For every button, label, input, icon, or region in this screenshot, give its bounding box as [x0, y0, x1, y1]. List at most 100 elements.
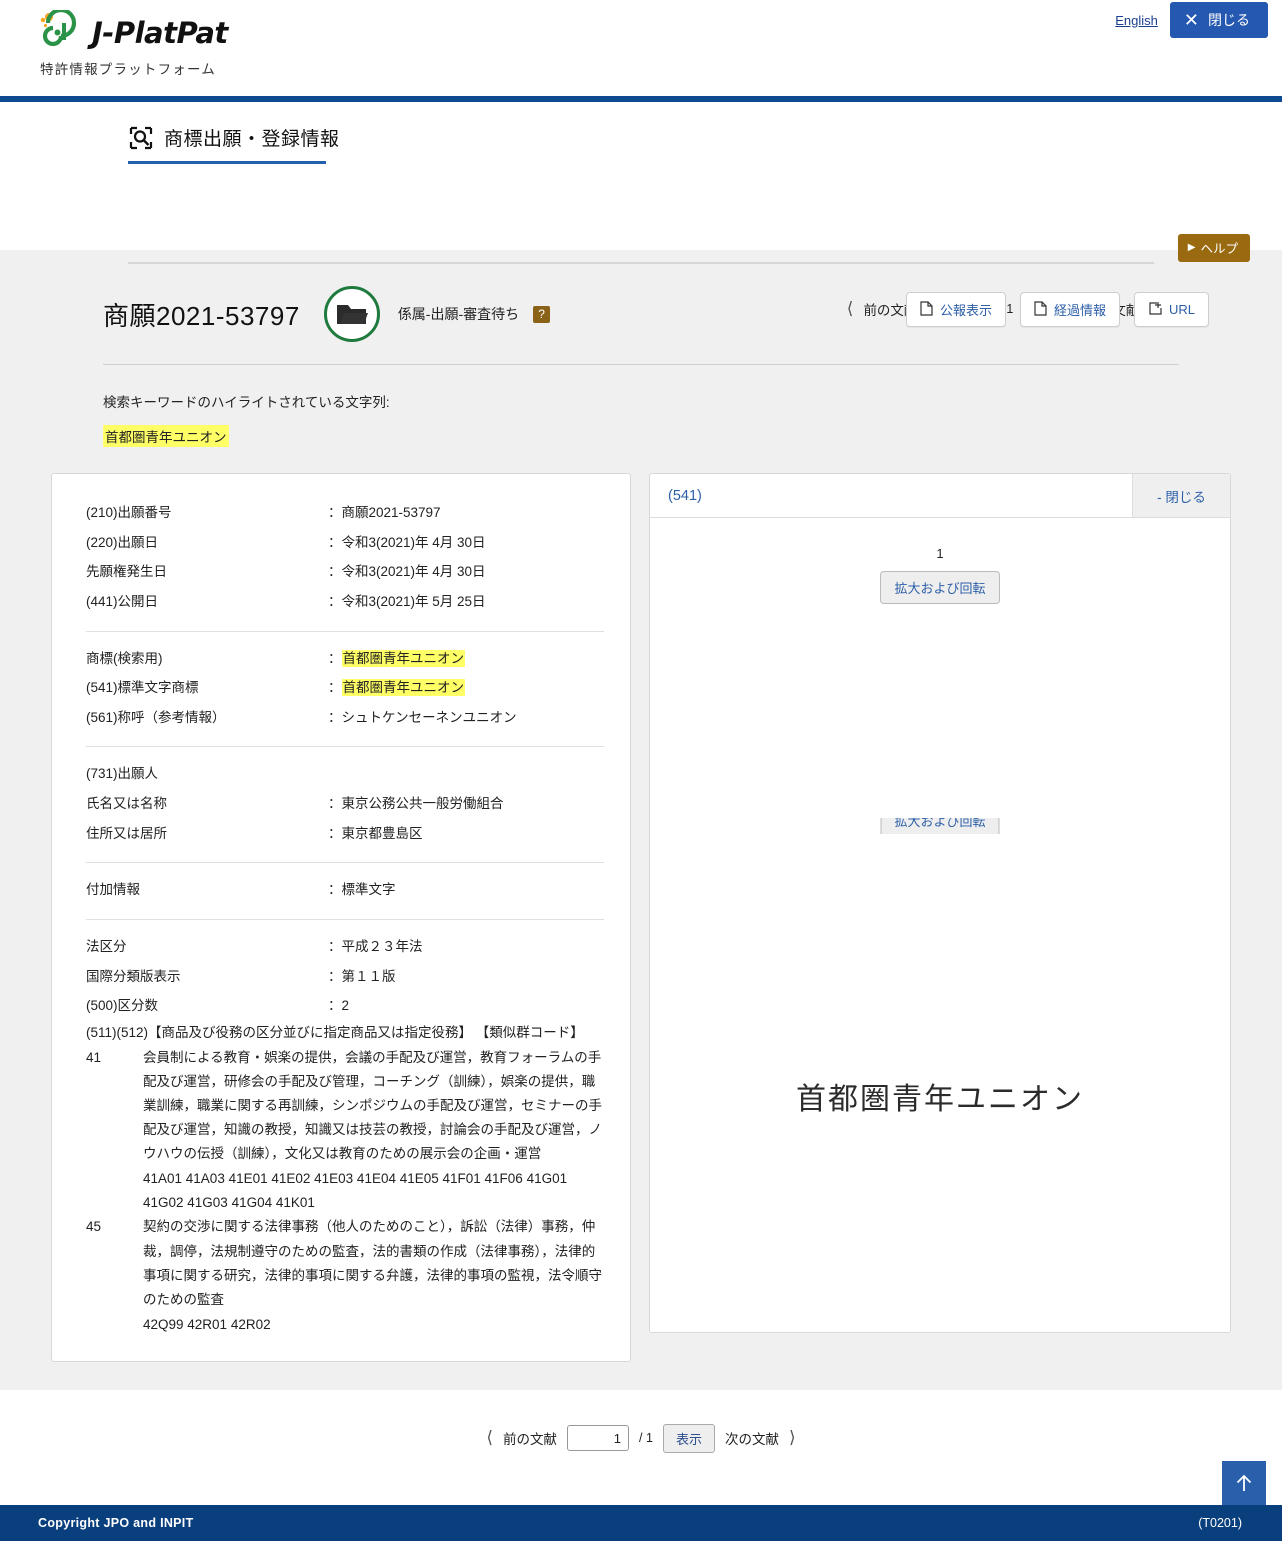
group-divider	[86, 862, 604, 864]
trademark-image: 首都圏青年ユニオン	[796, 1083, 1084, 1116]
document-number: 商願2021-53797	[103, 300, 300, 331]
class-codes: 41A01 41A03 41E01 41E02 41E03 41E04 41E0…	[143, 1171, 568, 1211]
table-row: 41 会員制による教育・娯楽の提供，会議の手配及び運営，教育フォーラムの手配及び…	[86, 1046, 604, 1215]
show-button[interactable]: 表示	[662, 1423, 715, 1453]
applicant-section-label: (731)出願人	[86, 766, 159, 782]
next-document-link[interactable]: 次の文献	[725, 1428, 779, 1448]
keyword-label: 検索キーワードのハイライトされている文字列:	[103, 395, 390, 410]
table-row: 法区分 ： 平成２３年法	[86, 932, 604, 962]
class-codes: 42Q99 42R01 42R02	[143, 1316, 271, 1332]
field-label: 氏名又は名称	[86, 796, 167, 811]
document-icon	[920, 300, 933, 319]
title-divider	[128, 262, 1154, 264]
field-label: (500)区分数	[86, 998, 159, 1014]
field-label: 先願権発生日	[86, 564, 167, 580]
site-header: J-PlatPat 特許情報プラットフォーム English ✕ 閉じる	[0, 0, 1282, 96]
detail-group-applicant: (731)出願人 氏名又は名称 ： 東京公務公共一般労働組合 住所又は居所 ： …	[86, 759, 604, 848]
close-button[interactable]: ✕ 閉じる	[1169, 2, 1268, 38]
image-panel-body: 1 拡大および回転 拡大および回転 首都圏青年ユニオン	[650, 518, 1230, 1330]
class-number: 41	[86, 1050, 102, 1066]
detail-panels: (210)出願番号 ： 商願2021-53797 (220)出願日 ： 令和3(…	[51, 473, 1231, 1362]
copyright-text: Copyright JPO and INPIT	[38, 1516, 194, 1530]
table-row: 住所又は居所 ： 東京都豊島区	[86, 819, 604, 849]
field-value: 令和3(2021)年 4月 30日	[341, 534, 486, 550]
field-label: 住所又は居所	[86, 825, 167, 841]
english-language-link[interactable]: English	[1115, 13, 1158, 28]
help-button-label: ヘルプ	[1200, 242, 1238, 256]
field-colon: ：	[328, 968, 342, 984]
folder-status-icon	[323, 286, 380, 342]
bibliographic-panel: (210)出願番号 ： 商願2021-53797 (220)出願日 ： 令和3(…	[51, 473, 631, 1362]
progress-info-label: 経過情報	[1053, 303, 1106, 318]
field-label: (441)公開日	[86, 593, 159, 609]
document-action-buttons: 公報表示 経過情報 URL	[905, 292, 1209, 327]
prev-chevron-icon[interactable]: ⟨	[486, 1428, 493, 1448]
gazette-view-button[interactable]: 公報表示	[905, 292, 1006, 327]
help-button[interactable]: ▶ ヘルプ	[1177, 234, 1250, 262]
close-icon: ✕	[1183, 10, 1199, 30]
screen-code: (T0201)	[1198, 1516, 1242, 1530]
class-goods-cell: 契約の交渉に関する法律事務（他人のためのこと），訴訟（法律）事務，仲裁，調停，法…	[143, 1215, 604, 1336]
document-icon	[1034, 300, 1047, 319]
field-colon: ：	[328, 796, 342, 811]
group-divider	[86, 918, 604, 920]
zoom-rotate-button-secondary-label[interactable]: 拡大および回転	[880, 818, 1000, 834]
jplatpat-logo-icon	[38, 7, 84, 56]
site-logo[interactable]: J-PlatPat 特許情報プラットフォーム	[38, 7, 228, 78]
field-label: 国際分類版表示	[86, 968, 181, 984]
class-goods: 会員制による教育・娯楽の提供，会議の手配及び運営，教育フォーラムの手配及び運営，…	[143, 1050, 602, 1162]
table-row: (500)区分数 ： 2	[86, 991, 604, 1021]
url-button[interactable]: URL	[1133, 292, 1209, 327]
keyword-term: 首都圏青年ユニオン	[103, 425, 229, 447]
field-colon: ：	[328, 938, 342, 954]
highlighted-value: 首都圏青年ユニオン	[341, 649, 465, 667]
zoom-rotate-button[interactable]: 拡大および回転	[880, 571, 1000, 604]
trademark-image-panel: (541) - 閉じる 1 拡大および回転 拡大および回転 首都圏青年ユニオン	[649, 473, 1231, 1333]
field-label: 商標(検索用)	[86, 650, 163, 666]
next-chevron-icon[interactable]: ⟩	[789, 1428, 796, 1448]
field-value: シュトケンセーネンユニオン	[341, 709, 517, 725]
field-colon: ：	[328, 650, 342, 666]
page-number-input[interactable]	[567, 1425, 630, 1452]
field-value: 商願2021-53797	[341, 505, 441, 520]
table-row: 45 契約の交渉に関する法律事務（他人のためのこと），訴訟（法律）事務，仲裁，調…	[86, 1215, 604, 1336]
field-colon: ：	[328, 825, 342, 841]
table-row: 氏名又は名称 ： 東京公務公共一般労働組合	[86, 789, 604, 819]
table-row: (441)公開日 ： 令和3(2021)年 5月 25日	[86, 587, 604, 617]
field-colon: ：	[328, 505, 342, 520]
field-colon: ：	[328, 882, 342, 898]
main-content: 商願2021-53797 係属-出願-審査待ち ? 公報表示 経過情報 URL …	[0, 250, 1282, 1390]
table-row: 先願権発生日 ： 令和3(2021)年 4月 30日	[86, 557, 604, 587]
collapse-button[interactable]: - 閉じる	[1132, 474, 1230, 517]
logo-tagline: 特許情報プラットフォーム	[40, 62, 216, 77]
field-value: 東京公務公共一般労働組合	[341, 796, 504, 811]
scroll-to-top-button[interactable]	[1222, 1461, 1266, 1505]
class-goods-cell: 会員制による教育・娯楽の提供，会議の手配及び運営，教育フォーラムの手配及び運営，…	[143, 1046, 604, 1215]
url-label: URL	[1168, 302, 1195, 317]
field-value: 2	[341, 998, 350, 1014]
field-colon: ：	[328, 564, 342, 580]
field-label: (220)出願日	[86, 534, 159, 550]
field-colon: ：	[328, 680, 342, 696]
document-header: 商願2021-53797 係属-出願-審査待ち ? 公報表示 経過情報 URL	[51, 286, 1231, 342]
field-value: 標準文字	[341, 882, 396, 898]
highlighted-value: 首都圏青年ユニオン	[341, 679, 465, 697]
document-status: 係属-出願-審査待ち	[397, 306, 520, 322]
prev-document-link[interactable]: 前の文献	[503, 1428, 557, 1448]
class-goods: 契約の交渉に関する法律事務（他人のためのこと），訴訟（法律）事務，仲裁，調停，法…	[143, 1219, 602, 1307]
image-panel-header: (541) - 閉じる	[650, 474, 1230, 518]
gazette-view-label: 公報表示	[939, 303, 992, 318]
field-value: 令和3(2021)年 5月 25日	[341, 593, 486, 609]
field-label: (561)称呼（参考情報）	[86, 709, 226, 725]
detail-group-filing: (210)出願番号 ： 商願2021-53797 (220)出願日 ： 令和3(…	[86, 498, 604, 617]
image-panel-title: (541)	[668, 487, 702, 504]
group-divider	[86, 746, 604, 748]
status-help-icon[interactable]: ?	[533, 305, 551, 323]
keyword-highlight-block: 検索キーワードのハイライトされている文字列: 首都圏青年ユニオン	[51, 365, 1231, 447]
zoom-rotate-button-secondary-clipped[interactable]: 拡大および回転	[880, 818, 1000, 834]
field-colon: ：	[328, 998, 342, 1014]
group-divider	[86, 630, 604, 632]
progress-info-button[interactable]: 経過情報	[1019, 292, 1120, 327]
pager-bottom: ⟨ 前の文献 / 1 表示 次の文献 ⟩	[486, 1423, 796, 1453]
external-link-icon	[1148, 301, 1162, 319]
